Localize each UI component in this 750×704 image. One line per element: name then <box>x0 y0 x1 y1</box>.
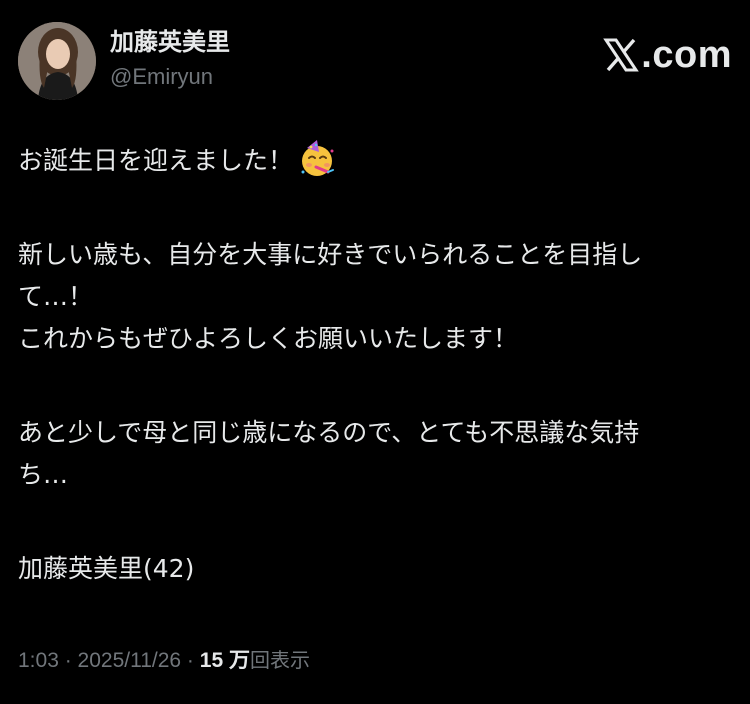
tweet-line-text: お誕生日を迎えました！ <box>18 146 294 175</box>
tweet-date[interactable]: 2025/11/26 <box>78 649 182 672</box>
tweet-line: お誕生日を迎えました！ <box>18 140 732 182</box>
tweet-line: 新しい歳も、自分を大事に好きでいられることを目指し <box>18 240 643 269</box>
view-count: 15 万 <box>199 649 250 672</box>
meta-separator: · <box>58 649 78 672</box>
tweet-time[interactable]: 1:03 <box>18 649 59 672</box>
tweet-line: ち… <box>18 460 69 489</box>
partying-face-icon <box>301 140 335 176</box>
user-handle[interactable]: @Emiryun <box>110 62 230 92</box>
tweet-line: これからもぜひよろしくお願いいたします！ <box>18 324 519 353</box>
view-count-label: 回表示 <box>249 648 310 672</box>
x-logo-icon <box>603 38 640 72</box>
brand-logo: .com <box>603 30 732 80</box>
tweet-line: て…！ <box>18 282 94 311</box>
tweet-text: お誕生日を迎えました！ 新しい歳も、自分を大事に好きでいられることを目指し て…… <box>18 140 732 590</box>
tweet-header: 加藤英美里 @Emiryun .com <box>18 22 732 102</box>
brand-text: .com <box>641 33 732 76</box>
avatar[interactable] <box>18 22 96 100</box>
profile-photo-icon <box>18 22 96 100</box>
tweet-line: 加藤英美里(42) <box>18 554 195 583</box>
display-name[interactable]: 加藤英美里 <box>110 26 230 58</box>
tweet-meta: 1:03 · 2025/11/26 · 15 万回表示 <box>18 645 310 676</box>
meta-separator: · <box>181 649 200 672</box>
tweet-line: あと少しで母と同じ歳になるので、とても不思議な気持 <box>18 418 640 447</box>
